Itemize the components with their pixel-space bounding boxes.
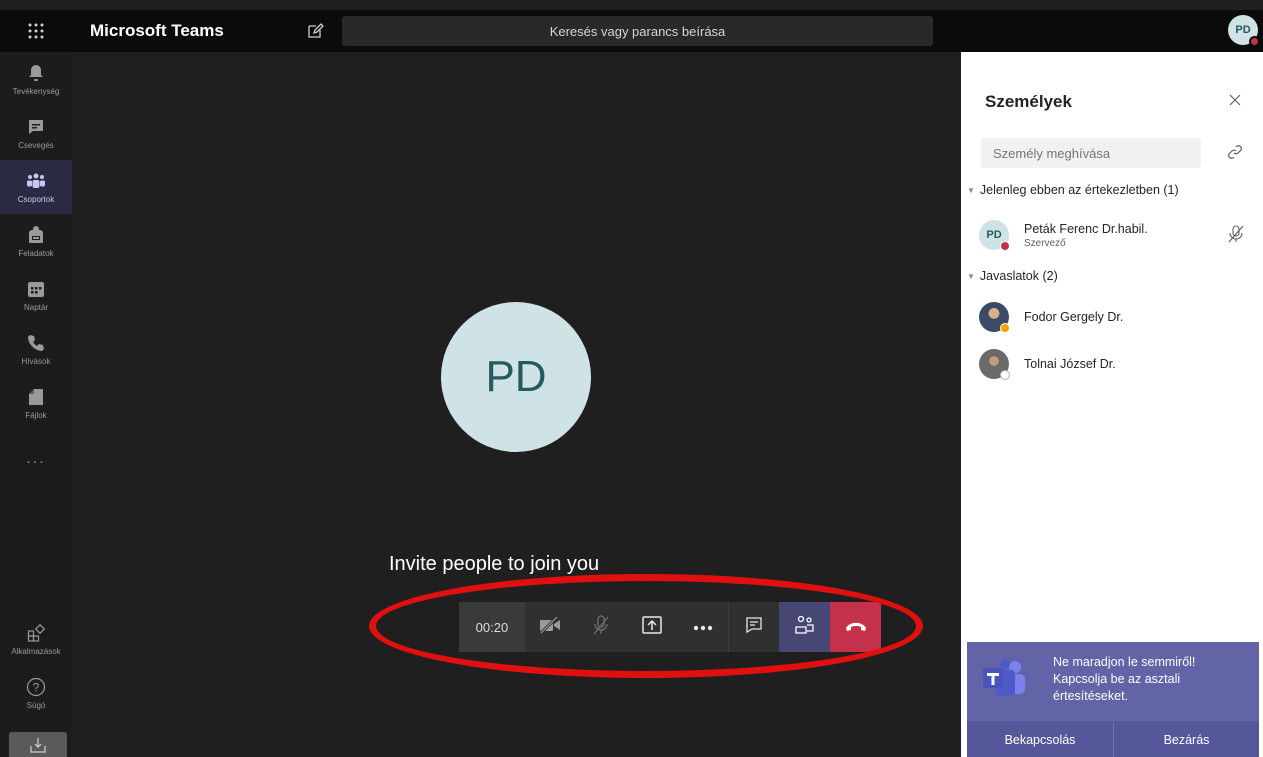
enable-notifications-button[interactable]: Bekapcsolás (967, 722, 1113, 757)
teams-icon (25, 170, 47, 192)
people-panel: Személyek ▼ Jelenleg ebben az értekezlet… (961, 52, 1263, 757)
rail-label: Tevékenység (12, 87, 60, 96)
app-launcher-icon[interactable] (0, 10, 72, 52)
user-initials: PD (1235, 24, 1251, 36)
participant-avatar: PD (441, 302, 591, 452)
participant-role: Szervező (1024, 237, 1066, 249)
suggestion-row[interactable]: Tolnai József Dr. (979, 344, 1259, 384)
rail-label: Súgó (26, 701, 46, 710)
teams-window: Microsoft Teams Keresés vagy parancs beí… (0, 0, 1263, 757)
show-participants-button[interactable] (779, 602, 831, 652)
rail-item-apps[interactable]: Alkalmazások (0, 612, 72, 666)
app-title: Microsoft Teams (90, 21, 224, 40)
away-status-icon (1000, 323, 1010, 333)
avatar (979, 349, 1010, 380)
in-meeting-section-header[interactable]: ▼ Jelenleg ebben az értekezletben (1) (967, 183, 1179, 197)
rail-item-files[interactable]: Fájlok (0, 376, 72, 430)
rail-item-assignments[interactable]: Feladatok (0, 214, 72, 268)
help-icon: ? (25, 676, 47, 698)
avatar-initials: PD (986, 229, 1002, 241)
mic-toggle-button[interactable] (576, 602, 627, 652)
mic-off-icon[interactable] (1227, 225, 1245, 243)
avatar: PD (979, 220, 1010, 251)
rail-item-calls[interactable]: Hívások (0, 322, 72, 376)
chevron-down-icon: ▼ (967, 271, 975, 281)
apps-icon (25, 622, 47, 644)
more-actions-button[interactable] (677, 602, 728, 652)
avatar (979, 302, 1010, 333)
suggestion-name: Tolnai József Dr. (1024, 357, 1116, 371)
invite-prompt: Invite people to join you (389, 553, 600, 575)
rail-label: Csevegés (18, 141, 54, 150)
notification-toast: Ne maradjon le semmiről! Kapcsolja be az… (967, 642, 1259, 757)
invite-person-input[interactable] (981, 138, 1201, 168)
copy-link-icon[interactable] (1227, 144, 1243, 160)
rail-item-teams[interactable]: Csoportok (0, 160, 72, 214)
search-placeholder: Keresés vagy parancs beírása (549, 23, 726, 39)
rail-label: Csoportok (17, 195, 55, 204)
camera-off-icon (539, 615, 561, 639)
hang-up-icon (845, 618, 867, 636)
toast-actions: Bekapcsolás Bezárás (967, 721, 1259, 757)
suggestions-section-header[interactable]: ▼ Javaslatok (2) (967, 269, 1058, 283)
participants-icon (795, 615, 815, 640)
chat-icon (25, 116, 47, 138)
download-icon (30, 737, 46, 757)
section-label: Jelenleg ebben az értekezletben (1) (979, 183, 1179, 197)
suggestion-row[interactable]: Fodor Gergely Dr. (979, 297, 1259, 337)
rail-label: Feladatok (18, 249, 54, 258)
show-conversation-button[interactable] (728, 602, 779, 652)
compose-icon[interactable] (306, 22, 324, 40)
meeting-stage: PD Invite people to join you 00:20 (72, 52, 961, 757)
phone-icon (25, 332, 47, 354)
call-timer: 00:20 (459, 602, 525, 652)
bell-icon (25, 62, 47, 84)
share-screen-button[interactable] (627, 602, 678, 652)
rail-label: Naptár (23, 303, 48, 312)
section-label: Javaslatok (2) (979, 269, 1058, 283)
more-icon (693, 618, 713, 636)
search-bar[interactable]: Keresés vagy parancs beírása (342, 16, 933, 46)
teams-logo-icon (981, 658, 1027, 698)
toast-message: Ne maradjon le semmiről! Kapcsolja be az… (1053, 655, 1196, 703)
rail-item-chat[interactable]: Csevegés (0, 106, 72, 160)
participant-row[interactable]: PD Peták Ferenc Dr.habil. Szervező (979, 215, 1259, 255)
app-rail: Tevékenység Csevegés Csoportok Feladatok… (0, 52, 72, 757)
call-controls: 00:20 (459, 602, 881, 652)
more-apps-button[interactable]: ... (0, 450, 72, 468)
file-icon (25, 386, 47, 408)
top-bar: Microsoft Teams Keresés vagy parancs beí… (0, 10, 1263, 52)
panel-title: Személyek (985, 92, 1072, 111)
suggestion-name: Fodor Gergely Dr. (1024, 310, 1124, 324)
share-screen-icon (642, 615, 662, 639)
busy-status-icon (1249, 36, 1260, 47)
close-toast-button[interactable]: Bezárás (1113, 722, 1259, 757)
busy-status-icon (1000, 241, 1010, 251)
backpack-icon (25, 224, 47, 246)
rail-item-activity[interactable]: Tevékenység (0, 52, 72, 106)
conversation-icon (745, 616, 763, 639)
rail-label: Fájlok (25, 411, 47, 420)
calendar-icon (25, 278, 47, 300)
hang-up-button[interactable] (830, 602, 881, 652)
svg-text:?: ? (33, 681, 40, 695)
close-icon[interactable] (1227, 92, 1243, 108)
offline-status-icon (1000, 370, 1010, 380)
participant-initials: PD (485, 352, 547, 401)
rail-item-calendar[interactable]: Naptár (0, 268, 72, 322)
rail-label: Alkalmazások (11, 647, 61, 656)
rail-item-help[interactable]: ? Súgó (0, 666, 72, 720)
participant-name: Peták Ferenc Dr.habil. (1024, 221, 1148, 236)
mic-off-icon (592, 614, 610, 640)
camera-toggle-button[interactable] (525, 602, 576, 652)
rail-label: Hívások (21, 357, 51, 366)
user-avatar[interactable]: PD (1228, 15, 1260, 47)
chevron-down-icon: ▼ (967, 185, 975, 195)
download-app-button[interactable] (9, 732, 67, 757)
